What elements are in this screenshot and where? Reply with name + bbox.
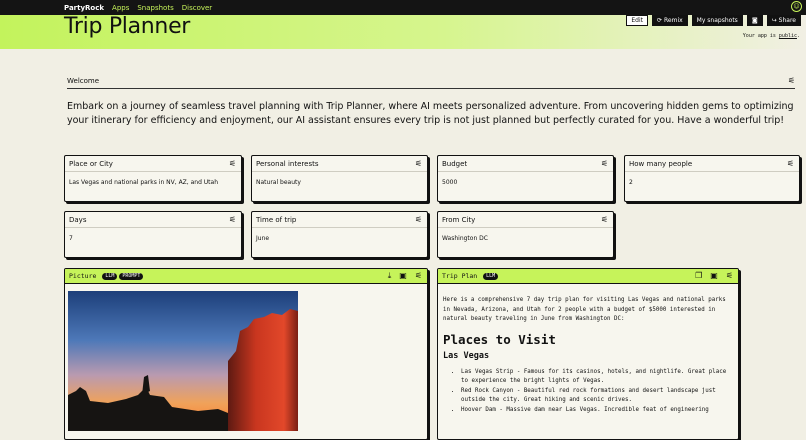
trip-plan-intro: Here is a comprehensive 7 day trip plan … <box>443 297 726 322</box>
smiley-icon[interactable]: ☺ <box>791 1 802 12</box>
input-card-label: Time of trip <box>256 216 297 224</box>
input-card-label: Days <box>69 216 87 224</box>
settings-sliders-icon[interactable]: ⚟ <box>787 159 794 168</box>
camera-button[interactable]: ◙ <box>746 15 763 26</box>
prompt-badge[interactable]: PROMPT <box>119 272 144 280</box>
save-icon[interactable]: ▣ <box>710 271 718 280</box>
public-suffix: . <box>796 33 800 39</box>
list-item: Las Vegas Strip - Famous for its casinos… <box>461 368 733 387</box>
card-divider <box>625 171 799 172</box>
input-card-value[interactable]: 2 <box>629 179 633 186</box>
card-divider <box>438 171 613 172</box>
input-card-time[interactable]: Time of trip ⚟ June <box>251 211 428 258</box>
input-card-label: Budget <box>442 160 468 168</box>
page-title: Trip Planner <box>64 14 191 39</box>
picture-panel-header: Picture LLM PROMPT ⤓ ▣ ⚟ <box>65 269 427 284</box>
settings-sliders-icon[interactable]: ⚟ <box>415 215 422 224</box>
welcome-label: Welcome <box>67 77 100 85</box>
remix-button[interactable]: ⟳ Remix <box>651 15 688 26</box>
input-card-label: From City <box>442 216 476 224</box>
save-icon[interactable]: ▣ <box>399 271 407 281</box>
nav-link-snapshots[interactable]: Snapshots <box>137 4 173 12</box>
trip-plan-heading: Places to Visit <box>443 331 556 347</box>
settings-sliders-icon[interactable]: ⚟ <box>726 271 733 280</box>
header-actions: Edit ⟳ Remix My snapshots ◙ ↪ Share <box>626 15 801 26</box>
settings-sliders-icon[interactable]: ⚟ <box>601 159 608 168</box>
input-card-place[interactable]: Place or City ⚟ Las Vegas and national p… <box>64 155 242 202</box>
settings-sliders-icon[interactable]: ⚟ <box>415 159 422 168</box>
picture-panel-actions: ⤓ ▣ ⚟ <box>388 271 422 281</box>
settings-sliders-icon[interactable]: ⚟ <box>788 76 795 85</box>
share-button[interactable]: ↪ Share <box>766 15 801 26</box>
top-nav: PartyRock Apps Snapshots Discover ☺ <box>0 0 806 15</box>
input-card-label: Place or City <box>69 160 113 168</box>
card-divider <box>65 227 241 228</box>
public-link[interactable]: public <box>779 33 797 39</box>
trip-plan-list: Las Vegas Strip - Famous for its casinos… <box>443 368 733 416</box>
settings-sliders-icon[interactable]: ⚟ <box>229 159 236 168</box>
picture-panel: Picture LLM PROMPT ⤓ ▣ ⚟ <box>64 268 428 440</box>
input-card-value[interactable]: Las Vegas and national parks in NV, AZ, … <box>69 179 218 186</box>
input-card-days[interactable]: Days ⚟ 7 <box>64 211 242 258</box>
input-card-interests[interactable]: Personal interests ⚟ Natural beauty <box>251 155 428 202</box>
llm-badge: LLM <box>102 272 118 280</box>
input-card-value[interactable]: 7 <box>69 235 73 242</box>
input-card-people[interactable]: How many people ⚟ 2 <box>624 155 800 202</box>
nav-link-apps[interactable]: Apps <box>112 4 129 12</box>
camera-icon: ◙ <box>751 17 758 24</box>
my-snapshots-button[interactable]: My snapshots <box>691 15 743 26</box>
edit-button-label: Edit <box>631 17 643 24</box>
remix-icon: ⟳ <box>656 17 663 24</box>
card-divider <box>252 171 427 172</box>
list-item: Red Rock Canyon - Beautiful red rock for… <box>461 387 733 406</box>
welcome-text: Embark on a journey of seamless travel p… <box>67 101 794 126</box>
settings-sliders-icon[interactable]: ⚟ <box>415 271 422 281</box>
picture-panel-title: Picture LLM PROMPT <box>69 272 144 280</box>
trip-plan-title-text: Trip Plan <box>442 272 478 280</box>
public-prefix: Your app is <box>742 33 779 39</box>
input-card-value[interactable]: June <box>256 235 269 242</box>
public-notice: Your app is public. <box>743 33 800 39</box>
input-card-label: Personal interests <box>256 160 319 168</box>
brand-logo[interactable]: PartyRock <box>64 4 104 12</box>
landscape-illustration <box>68 291 298 431</box>
input-card-value[interactable]: 5000 <box>442 179 457 186</box>
input-card-label: How many people <box>629 160 693 168</box>
settings-sliders-icon[interactable]: ⚟ <box>601 215 608 224</box>
trip-plan-content: Here is a comprehensive 7 day trip plan … <box>443 296 733 415</box>
generated-landscape-image <box>68 291 298 431</box>
settings-sliders-icon[interactable]: ⚟ <box>229 215 236 224</box>
copy-icon[interactable]: ❐ <box>695 271 702 280</box>
edit-button[interactable]: Edit <box>626 15 648 26</box>
download-icon[interactable]: ⤓ <box>388 271 392 281</box>
share-button-label: Share <box>778 17 796 24</box>
input-card-from-city[interactable]: From City ⚟ Washington DC <box>437 211 614 258</box>
trip-plan-panel-actions: ❐ ▣ ⚟ <box>695 271 733 280</box>
trip-plan-panel-title: Trip Plan LLM <box>442 272 499 280</box>
trip-plan-panel: Trip Plan LLM ❐ ▣ ⚟ Here is a comprehens… <box>437 268 739 440</box>
welcome-section-header: Welcome ⚟ <box>67 74 795 89</box>
trip-plan-subheading: Las Vegas <box>443 351 490 361</box>
my-snapshots-label: My snapshots <box>696 17 738 24</box>
list-item: Hoover Dam - Massive dam near Las Vegas.… <box>461 406 733 416</box>
picture-title-text: Picture <box>69 272 97 280</box>
nav-link-discover[interactable]: Discover <box>182 4 212 12</box>
input-card-value[interactable]: Natural beauty <box>256 179 301 186</box>
card-divider <box>65 171 241 172</box>
card-divider <box>438 227 613 228</box>
input-card-value[interactable]: Washington DC <box>442 235 488 242</box>
input-card-budget[interactable]: Budget ⚟ 5000 <box>437 155 614 202</box>
trip-plan-panel-header: Trip Plan LLM ❐ ▣ ⚟ <box>438 269 738 284</box>
card-divider <box>252 227 427 228</box>
llm-badge: LLM <box>483 272 499 280</box>
remix-button-label: Remix <box>664 17 683 24</box>
share-arrow-icon: ↪ <box>771 17 777 24</box>
